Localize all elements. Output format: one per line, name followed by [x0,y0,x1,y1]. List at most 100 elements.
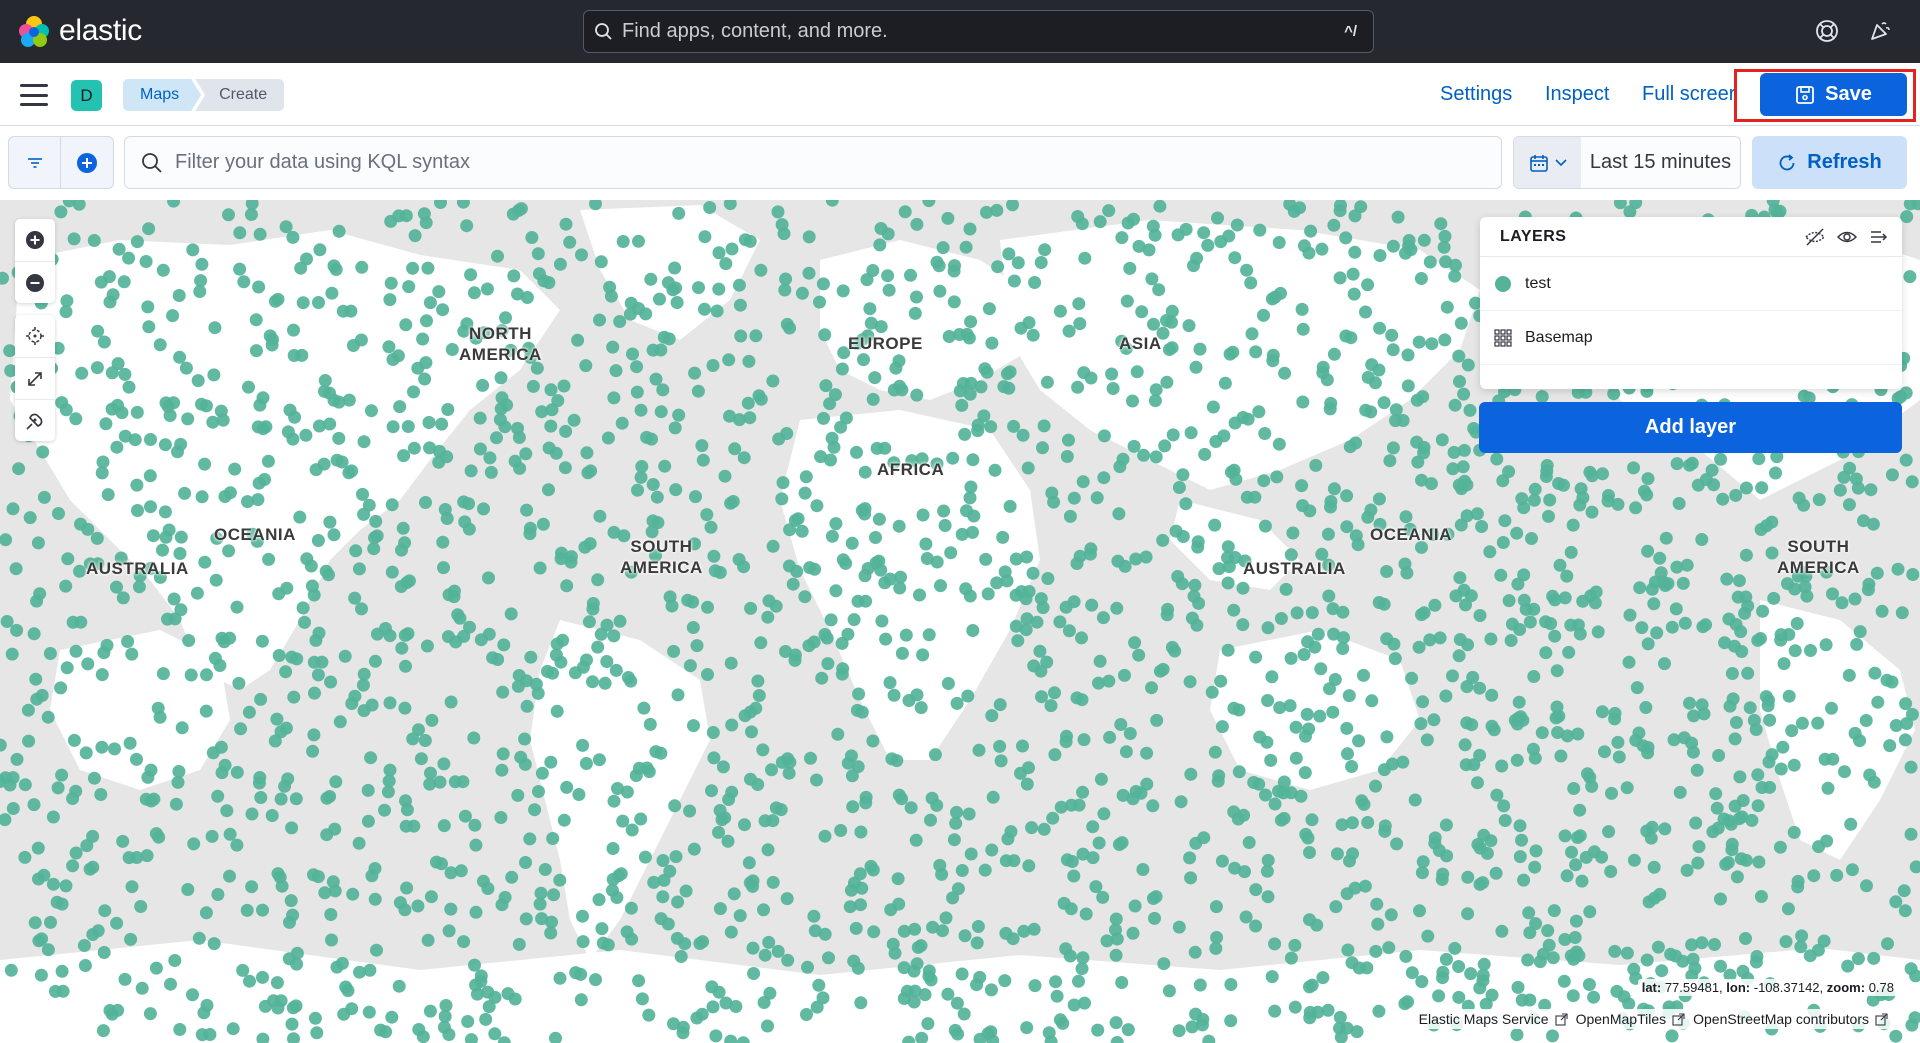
map-point[interactable] [1664,947,1678,961]
map-point[interactable] [1065,855,1079,868]
map-point[interactable] [511,421,524,435]
map-point[interactable] [228,462,242,476]
map-point[interactable] [804,751,817,765]
map-point[interactable] [1903,270,1917,284]
map-point[interactable] [802,266,816,280]
map-point[interactable] [985,336,999,350]
map-point[interactable] [589,200,602,211]
map-point[interactable] [1669,602,1683,616]
map-point[interactable] [1258,427,1272,440]
map-point[interactable] [1423,633,1437,647]
map-point[interactable] [1695,533,1709,546]
map-point[interactable] [1071,380,1085,394]
map-point[interactable] [1339,329,1353,343]
map-point[interactable] [874,563,888,577]
map-point[interactable] [1756,604,1770,618]
map-point[interactable] [1678,616,1692,630]
map-point[interactable] [632,234,645,248]
map-point[interactable] [1527,670,1541,683]
map-point[interactable] [818,628,832,641]
map-point[interactable] [1274,612,1288,625]
map-point[interactable] [1288,1000,1302,1014]
map-point[interactable] [69,846,83,860]
map-point[interactable] [1454,316,1468,330]
map-point[interactable] [298,615,311,629]
map-point[interactable] [1249,345,1263,359]
map-point[interactable] [1083,547,1097,561]
map-point[interactable] [985,709,999,723]
map-point[interactable] [1611,735,1625,749]
map-point[interactable] [262,552,276,566]
map-point[interactable] [445,343,459,356]
map-point[interactable] [1153,200,1167,213]
refresh-button[interactable]: Refresh [1752,136,1907,189]
map-point[interactable] [1209,435,1223,448]
map-point[interactable] [1059,942,1073,956]
map-point[interactable] [1452,990,1466,1004]
map-point[interactable] [695,439,709,453]
map-point[interactable] [274,994,288,1008]
map-point[interactable] [914,701,928,715]
map-point[interactable] [1650,626,1664,640]
map-point[interactable] [368,531,381,545]
map-point[interactable] [718,811,732,825]
map-point[interactable] [442,588,456,602]
map-point[interactable] [311,534,325,547]
map-point[interactable] [195,490,209,504]
map-point[interactable] [1025,821,1039,835]
map-point[interactable] [1791,880,1805,894]
map-point[interactable] [37,868,51,882]
map-point[interactable] [868,371,882,385]
map-point[interactable] [386,353,400,366]
kql-search-input[interactable] [163,137,1501,188]
map-point[interactable] [705,784,718,798]
map-point[interactable] [1335,818,1349,832]
map-point[interactable] [168,954,182,967]
eye-closed-icon[interactable] [1800,222,1830,252]
map-point[interactable] [514,202,528,216]
map-point[interactable] [1785,724,1799,738]
map-point[interactable] [147,792,161,806]
map-point[interactable] [195,257,209,271]
map-point[interactable] [1399,949,1413,963]
map-point[interactable] [1221,643,1235,657]
map-point[interactable] [775,492,789,506]
map-point[interactable] [643,717,657,731]
map-point[interactable] [41,710,55,724]
map-point[interactable] [930,798,944,812]
map-point[interactable] [1605,786,1618,800]
map-point[interactable] [779,272,793,286]
map-point[interactable] [384,276,398,290]
map-point[interactable] [881,269,895,283]
map-point[interactable] [462,497,476,511]
map-point[interactable] [1373,321,1387,335]
map-point[interactable] [312,296,325,309]
map-point[interactable] [1062,433,1075,447]
map-point[interactable] [607,794,621,808]
map-point[interactable] [524,650,538,664]
map-point[interactable] [275,879,289,893]
map-point[interactable] [59,879,73,893]
map-point[interactable] [546,832,560,845]
map-point[interactable] [559,424,573,438]
map-point[interactable] [182,634,196,647]
map-point[interactable] [601,431,615,445]
map-point[interactable] [483,451,497,465]
map-point[interactable] [1076,785,1090,799]
map-point[interactable] [709,1029,723,1043]
map-point[interactable] [253,227,267,241]
map-point[interactable] [249,313,263,327]
map-point[interactable] [1527,493,1541,507]
map-point[interactable] [964,315,978,329]
map-point[interactable] [836,553,850,567]
map-point[interactable] [518,732,532,746]
map-point[interactable] [665,599,679,613]
map-point[interactable] [598,676,612,690]
map-point[interactable] [1265,970,1279,984]
map-point[interactable] [1803,949,1817,963]
map-point[interactable] [1867,951,1881,965]
map-point[interactable] [724,496,738,510]
map-point[interactable] [1336,642,1350,655]
map-point[interactable] [149,961,163,975]
map-point[interactable] [611,782,624,795]
